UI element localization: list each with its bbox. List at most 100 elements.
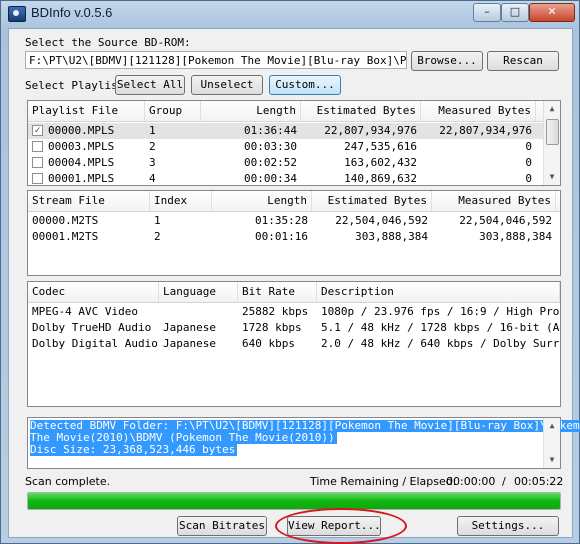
source-path-input[interactable]: F:\PT\U2\[BDMV][121128][Pokemon The Movi… [25, 51, 407, 69]
bit-rate-header[interactable]: Bit Rate [238, 282, 317, 302]
estimated-bytes-cell: 303,888,384 [355, 230, 428, 243]
status-message: Scan complete. [25, 475, 111, 488]
codec-cell: Dolby Digital Audio [32, 337, 158, 350]
group-cell: 1 [149, 124, 156, 137]
minimize-icon[interactable]: – [473, 3, 501, 22]
language-cell: Japanese [163, 321, 216, 334]
estimated-bytes-cell: 140,869,632 [344, 172, 417, 185]
estimated-bytes-cell: 247,535,616 [344, 140, 417, 153]
playlist-checkbox[interactable] [32, 141, 43, 152]
playlist-row[interactable]: 00003.MPLS 2 00:03:30 247,535,616 0 [28, 139, 560, 155]
stream-table[interactable]: Stream File Index Length Estimated Bytes… [27, 190, 561, 276]
playlist-checkbox[interactable] [32, 173, 43, 184]
group-cell: 4 [149, 172, 156, 185]
description-header[interactable]: Description [317, 282, 560, 302]
estimated-bytes-cell: 22,504,046,592 [335, 214, 428, 227]
stream-row[interactable]: 00001.M2TS 2 00:01:16 303,888,384 303,88… [28, 229, 560, 245]
language-header[interactable]: Language [159, 282, 238, 302]
playlist-file-cell: 00000.MPLS [48, 124, 115, 137]
time-separator: / [502, 475, 506, 488]
browse-button[interactable]: Browse... [411, 51, 483, 71]
app-window: BDInfo v.0.5.6 – □ ✕ Select the Source B… [0, 0, 580, 544]
index-cell: 1 [154, 214, 161, 227]
estimated-bytes-header[interactable]: Estimated Bytes [301, 101, 421, 121]
measured-bytes-header[interactable]: Measured Bytes [432, 191, 556, 211]
stream-file-cell: 00000.M2TS [32, 214, 99, 227]
estimated-bytes-cell: 163,602,432 [344, 156, 417, 169]
playlist-file-header[interactable]: Playlist File [28, 101, 145, 121]
playlist-table[interactable]: Playlist File Group Length Estimated Byt… [27, 100, 561, 186]
scan-bitrates-button[interactable]: Scan Bitrates [177, 516, 267, 536]
stream-row[interactable]: 00000.M2TS 1 01:35:28 22,504,046,592 22,… [28, 213, 560, 229]
red-highlight-circle [275, 508, 407, 544]
playlist-table-header: Playlist File Group Length Estimated Byt… [28, 101, 560, 122]
playlist-file-cell: 00003.MPLS [48, 140, 115, 153]
description-cell: 1080p / 23.976 fps / 16:9 / High Pro... [321, 305, 560, 318]
stream-file-cell: 00001.M2TS [32, 230, 99, 243]
codec-row[interactable]: MPEG-4 AVC Video 25882 kbps 1080p / 23.9… [28, 304, 560, 320]
playlist-checkbox[interactable] [32, 157, 43, 168]
bit-rate-cell: 1728 kbps [242, 321, 302, 334]
length-cell: 01:36:44 [244, 124, 297, 137]
group-cell: 2 [149, 140, 156, 153]
maximize-icon[interactable]: □ [501, 3, 529, 22]
playlist-file-cell: 00001.MPLS [48, 172, 115, 185]
stream-file-header[interactable]: Stream File [28, 191, 150, 211]
scroll-down-icon[interactable]: ▼ [544, 169, 560, 185]
time-elapsed: 00:05:22 [514, 475, 564, 488]
time-label: Time Remaining / Elapsed: [310, 475, 457, 488]
measured-bytes-cell: 0 [525, 156, 532, 169]
description-cell: 5.1 / 48 kHz / 1728 kbps / 16-bit (A... [321, 321, 560, 334]
playlist-file-cell: 00004.MPLS [48, 156, 115, 169]
measured-bytes-cell: 0 [525, 172, 532, 185]
app-disc-icon [8, 6, 26, 22]
estimated-bytes-cell: 22,807,934,976 [324, 124, 417, 137]
stream-table-header: Stream File Index Length Estimated Bytes… [28, 191, 560, 212]
playlist-row[interactable]: 00004.MPLS 3 00:02:52 163,602,432 0 [28, 155, 560, 171]
description-cell: 2.0 / 48 kHz / 640 kbps / Dolby Surr... [321, 337, 560, 350]
codec-row[interactable]: Dolby Digital Audio Japanese 640 kbps 2.… [28, 336, 560, 352]
rescan-button[interactable]: Rescan [487, 51, 559, 71]
codec-header[interactable]: Codec [28, 282, 159, 302]
measured-bytes-cell: 303,888,384 [479, 230, 552, 243]
report-textbox[interactable]: Detected BDMV Folder: F:\PT\U2\[BDMV][12… [27, 417, 580, 469]
estimated-bytes-header[interactable]: Estimated Bytes [312, 191, 432, 211]
length-cell: 01:35:28 [255, 214, 308, 227]
scroll-up-icon[interactable]: ▲ [544, 418, 560, 434]
playlist-scrollbar[interactable]: ▲ ▼ [543, 101, 560, 185]
group-header[interactable]: Group [145, 101, 201, 121]
custom-button[interactable]: Custom... [269, 75, 341, 95]
main-panel: Select the Source BD-ROM: F:\PT\U2\[BDMV… [8, 28, 580, 544]
time-remaining: 00:00:00 [446, 475, 496, 488]
codec-cell: Dolby TrueHD Audio [32, 321, 152, 334]
measured-bytes-cell: 0 [525, 140, 532, 153]
codec-row[interactable]: Dolby TrueHD Audio Japanese 1728 kbps 5.… [28, 320, 560, 336]
measured-bytes-cell: 22,807,934,976 [439, 124, 532, 137]
scroll-thumb[interactable] [546, 119, 559, 145]
source-label: Select the Source BD-ROM: [25, 36, 191, 49]
close-icon[interactable]: ✕ [529, 3, 575, 22]
group-cell: 3 [149, 156, 156, 169]
codec-table[interactable]: Codec Language Bit Rate Description MPEG… [27, 281, 561, 407]
select-all-button[interactable]: Select All [115, 75, 185, 95]
scan-progress-bar [27, 492, 561, 510]
measured-bytes-header[interactable]: Measured Bytes [421, 101, 536, 121]
settings-button[interactable]: Settings... [457, 516, 559, 536]
length-header[interactable]: Length [201, 101, 301, 121]
playlist-row[interactable]: ✓ 00000.MPLS 1 01:36:44 22,807,934,976 2… [28, 123, 560, 139]
progress-fill [28, 493, 560, 509]
title-bar[interactable]: BDInfo v.0.5.6 – □ ✕ [1, 1, 579, 25]
index-header[interactable]: Index [150, 191, 212, 211]
language-cell [159, 304, 238, 320]
playlist-checkbox-checked[interactable]: ✓ [32, 125, 43, 136]
report-line: Disc Size: 23,368,523,446 bytes [30, 443, 238, 456]
length-header[interactable]: Length [212, 191, 312, 211]
length-cell: 00:03:30 [244, 140, 297, 153]
scroll-down-icon[interactable]: ▼ [544, 452, 560, 468]
playlist-row[interactable]: 00001.MPLS 4 00:00:34 140,869,632 0 [28, 171, 560, 185]
unselect-button[interactable]: Unselect [191, 75, 263, 95]
length-cell: 00:00:34 [244, 172, 297, 185]
length-cell: 00:02:52 [244, 156, 297, 169]
scroll-up-icon[interactable]: ▲ [544, 101, 560, 117]
report-scrollbar[interactable]: ▲ ▼ [543, 418, 560, 468]
